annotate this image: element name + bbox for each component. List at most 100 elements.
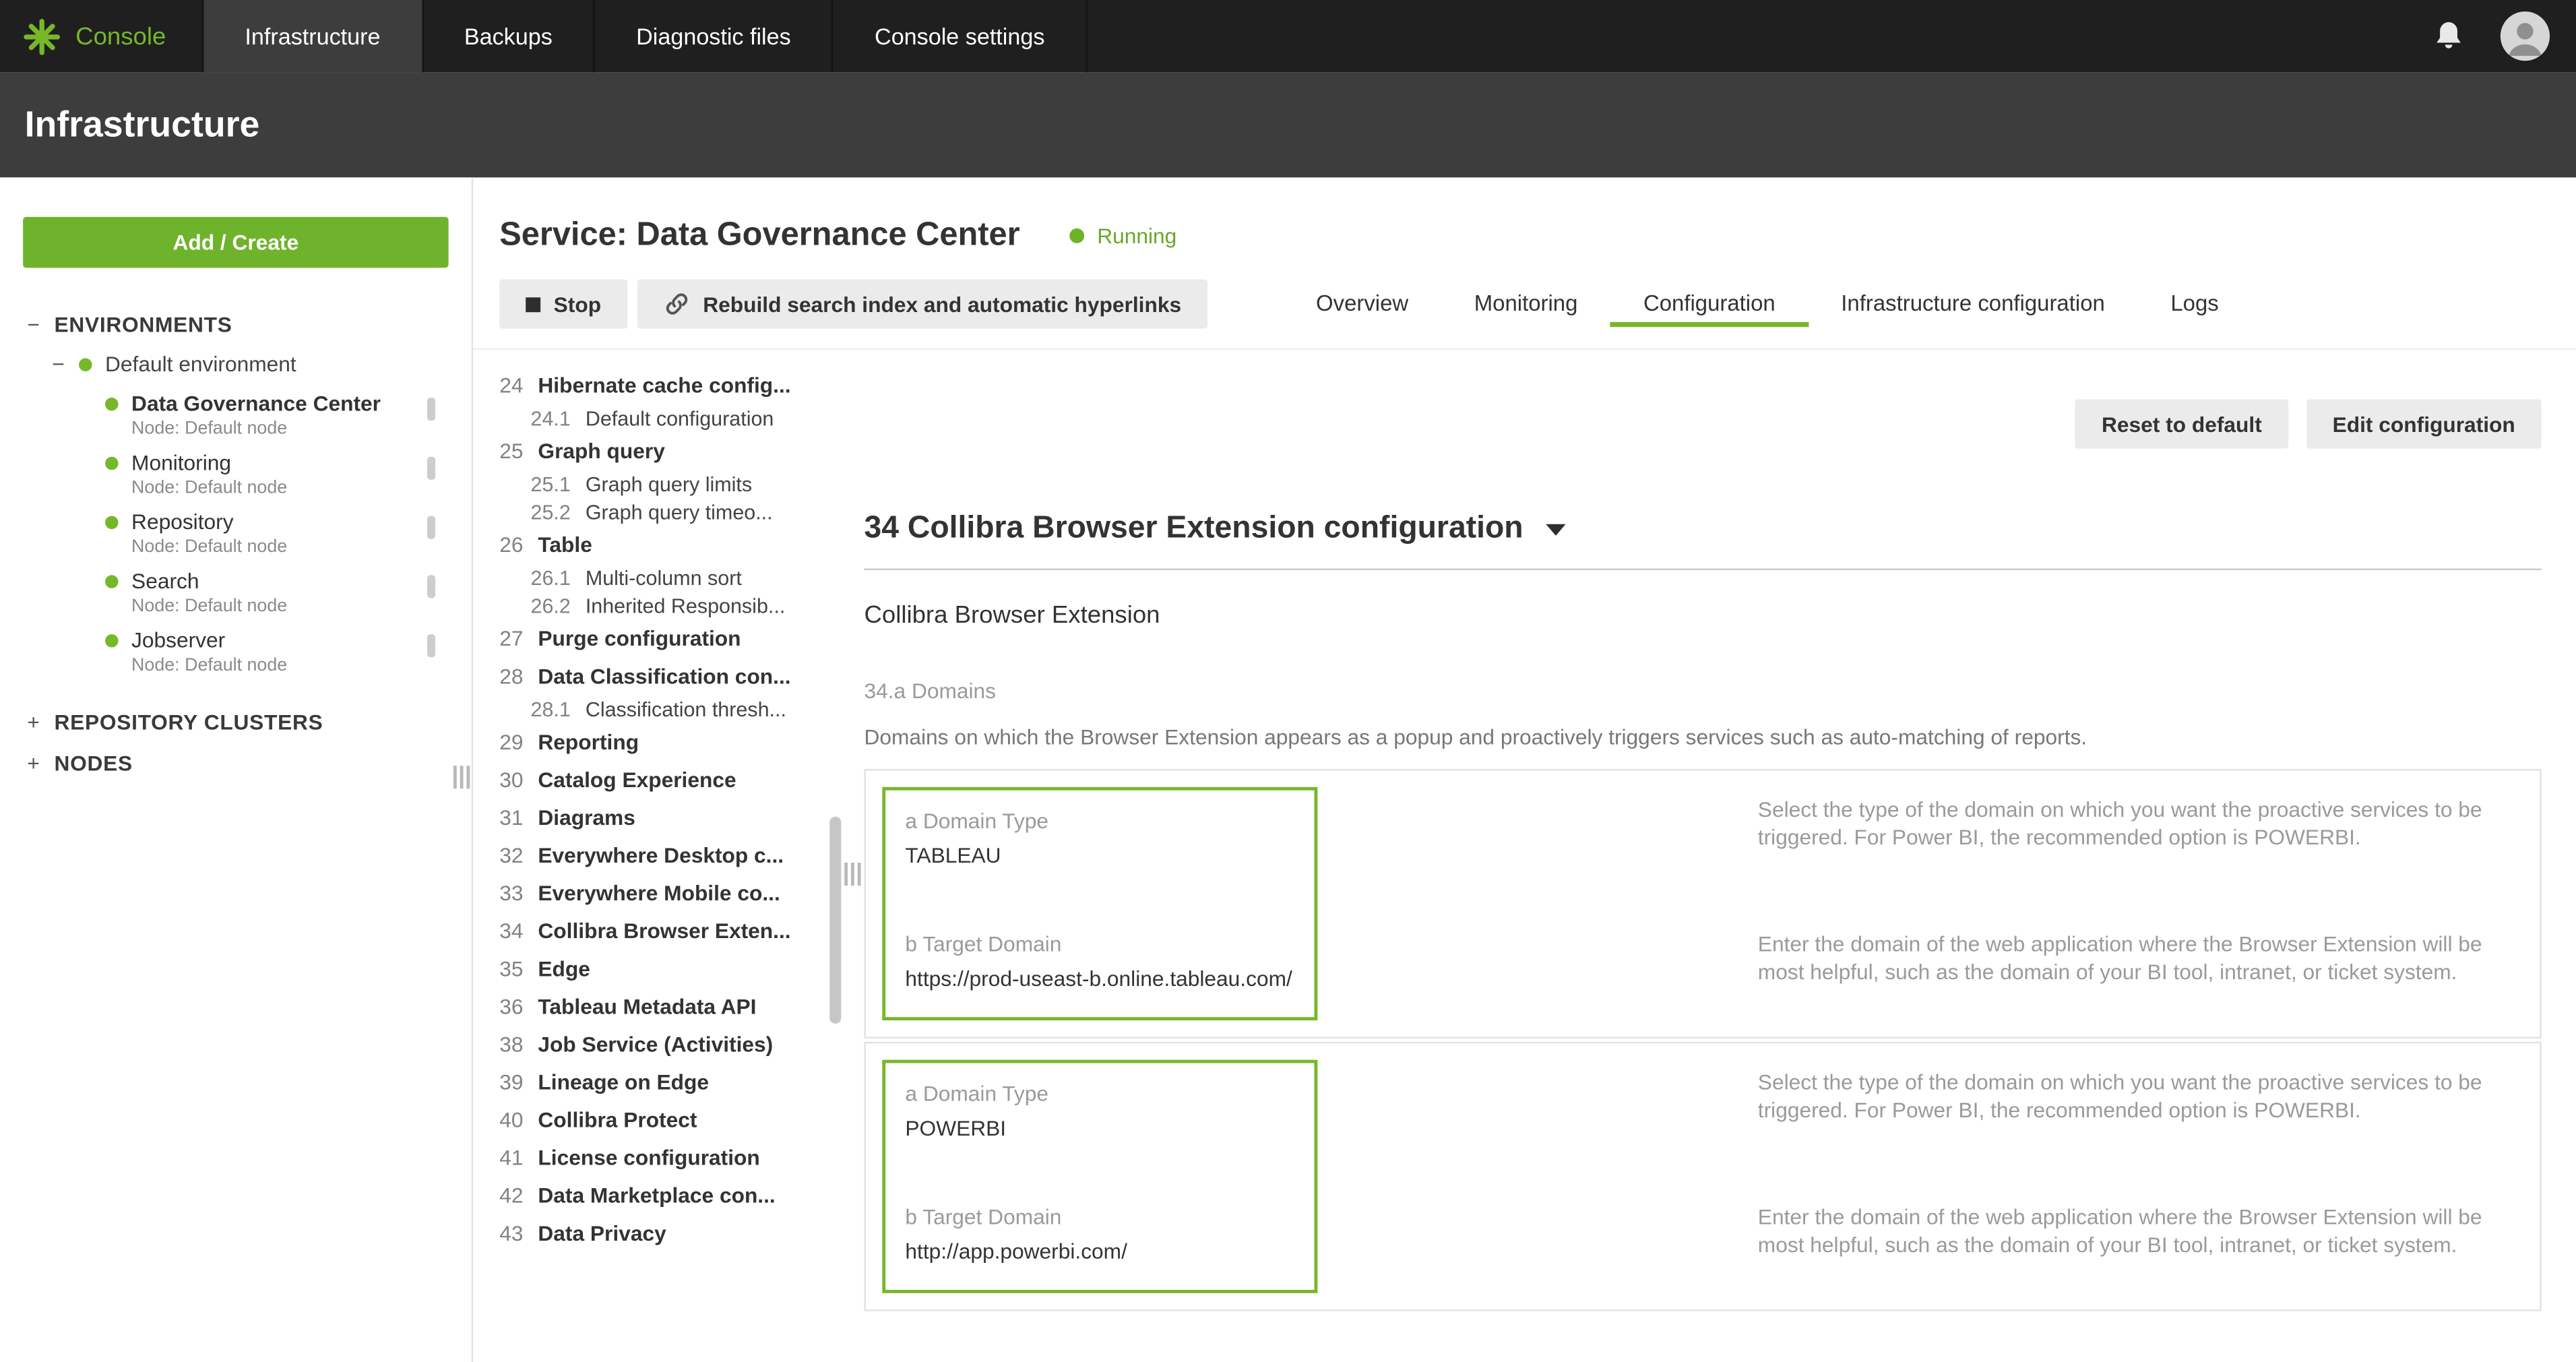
config-section-item[interactable]: 34 Collibra Browser Exten... (499, 912, 828, 950)
sidebar-item-default-environment[interactable]: − Default environment (0, 345, 472, 386)
page-title: Infrastructure (25, 104, 260, 146)
config-section-item[interactable]: 39 Lineage on Edge (499, 1063, 828, 1101)
plus-icon[interactable]: + (26, 751, 41, 776)
service-tab[interactable]: Infrastructure configuration (1809, 281, 2138, 327)
sidebar-section[interactable]: + NODES (0, 743, 472, 784)
brand[interactable]: Console (0, 0, 202, 72)
config-section-number: 29 (499, 730, 523, 755)
sidebar-section[interactable]: + REPOSITORY CLUSTERS (0, 702, 472, 743)
config-section-label: Data Classification con... (538, 664, 790, 689)
panel-actions: Reset to default Edit configuration (864, 399, 2541, 448)
drag-handle[interactable] (427, 457, 435, 480)
config-section-item[interactable]: 26 Table (499, 526, 828, 563)
stop-button[interactable]: Stop (499, 279, 627, 328)
topnav-tab[interactable]: Console settings (832, 0, 1088, 72)
target-domain-value[interactable]: https://prod-useast-b.online.tableau.com… (905, 966, 1294, 991)
config-section-item[interactable]: 40 Collibra Protect (499, 1101, 828, 1139)
config-section-item[interactable]: 26.2 Inherited Responsib... (499, 592, 828, 619)
topnav-tab[interactable]: Diagnostic files (594, 0, 832, 72)
config-section-item[interactable]: 26.1 Multi-column sort (499, 563, 828, 591)
service-tab[interactable]: Configuration (1610, 281, 1808, 327)
config-section-label: Classification thresh... (586, 698, 786, 720)
config-section-item[interactable]: 28.1 Classification thresh... (499, 695, 828, 722)
service-name: Jobserver (131, 627, 287, 652)
sidebar-service-item[interactable]: Jobserver Node: Default node (0, 623, 472, 682)
topnav-tab-label: Diagnostic files (636, 23, 791, 49)
topnav-tab[interactable]: Infrastructure (202, 0, 421, 72)
config-section-number: 33 (499, 881, 523, 906)
config-section-title: 34 Collibra Browser Extension configurat… (864, 511, 1523, 547)
service-tab[interactable]: Overview (1283, 281, 1441, 327)
topnav-tab-label: Infrastructure (245, 23, 380, 49)
config-section-number: 35 (499, 956, 523, 981)
plus-icon[interactable]: + (26, 710, 41, 735)
config-section-number: 24.1 (531, 406, 571, 429)
service-tab[interactable]: Monitoring (1441, 281, 1610, 327)
config-section-item[interactable]: 31 Diagrams (499, 799, 828, 836)
config-section-item[interactable]: 35 Edge (499, 950, 828, 987)
config-section-item[interactable]: 33 Everywhere Mobile co... (499, 874, 828, 912)
config-section-item[interactable]: 25.1 Graph query limits (499, 470, 828, 497)
topnav-tab[interactable]: Backups (421, 0, 593, 72)
add-create-button[interactable]: Add / Create (23, 217, 448, 268)
notifications-bell-icon[interactable] (2433, 20, 2464, 53)
service-tab[interactable]: Logs (2138, 281, 2252, 327)
config-section-item[interactable]: 43 Data Privacy (499, 1214, 828, 1252)
domain-type-value[interactable]: TABLEAU (905, 843, 1294, 868)
chevron-down-icon[interactable] (1546, 524, 1566, 535)
config-section-item[interactable]: 38 Job Service (Activities) (499, 1025, 828, 1063)
config-section-item[interactable]: 29 Reporting (499, 723, 828, 761)
domain-card: a Domain Type POWERBI b Target Domain ht… (864, 1042, 2541, 1311)
minus-icon[interactable]: − (26, 312, 41, 337)
target-domain-value[interactable]: http://app.powerbi.com/ (905, 1239, 1294, 1264)
sidebar: Add / Create − ENVIRONMENTS − Default en… (0, 177, 473, 1362)
sidebar-section-environments[interactable]: − ENVIRONMENTS (0, 304, 472, 345)
drag-handle[interactable] (427, 634, 435, 657)
config-section-item[interactable]: 36 Tableau Metadata API (499, 987, 828, 1025)
service-node: Node: Default node (131, 656, 287, 675)
reset-to-default-button[interactable]: Reset to default (2075, 399, 2288, 448)
config-section-item[interactable]: 42 Data Marketplace con... (499, 1177, 828, 1214)
drag-handle[interactable] (427, 575, 435, 598)
top-navigation-bar: Console Infrastructure Backups Diagnosti… (0, 0, 2576, 72)
scrollbar-thumb[interactable] (829, 817, 841, 1024)
config-section-label: Data Marketplace con... (538, 1183, 775, 1208)
config-section-item[interactable]: 28 Data Classification con... (499, 657, 828, 695)
config-section-item[interactable]: 41 License configuration (499, 1139, 828, 1177)
sidebar-service-item[interactable]: Monitoring Node: Default node (0, 445, 472, 505)
config-section-number: 38 (499, 1032, 523, 1057)
sidebar-section-label: REPOSITORY CLUSTERS (54, 710, 323, 735)
sidebar-service-item[interactable]: Repository Node: Default node (0, 505, 472, 564)
config-section-number: 31 (499, 805, 523, 830)
panel-resize-handle[interactable] (844, 863, 860, 886)
rebuild-search-index-button[interactable]: Rebuild search index and automatic hyper… (637, 279, 1207, 328)
drag-handle[interactable] (427, 516, 435, 539)
config-section-number: 24 (499, 373, 523, 398)
config-section-number: 34 (499, 919, 523, 943)
config-list-scrollbar[interactable] (829, 363, 841, 1326)
domain-fieldset[interactable]: a Domain Type POWERBI b Target Domain ht… (882, 1060, 1317, 1293)
config-section-item[interactable]: 30 Catalog Experience (499, 761, 828, 799)
status-dot (105, 634, 119, 648)
config-section-number: 27 (499, 626, 523, 651)
drag-handle[interactable] (427, 398, 435, 421)
sidebar-service-item[interactable]: Data Governance Center Node: Default nod… (0, 386, 472, 445)
config-section-number: 32 (499, 843, 523, 868)
sidebar-service-item[interactable]: Search Node: Default node (0, 563, 472, 623)
sidebar-resize-handle[interactable] (453, 766, 470, 788)
config-section-item[interactable]: 24 Hibernate cache config... (499, 367, 828, 404)
domain-type-label: a Domain Type (905, 809, 1294, 834)
config-section-label: Tableau Metadata API (538, 994, 756, 1019)
config-section-list: 24 Hibernate cache config... 24.1 Defaul… (473, 350, 828, 1326)
user-avatar[interactable] (2501, 11, 2550, 61)
edit-configuration-button[interactable]: Edit configuration (2306, 399, 2542, 448)
config-section-item[interactable]: 25 Graph query (499, 432, 828, 470)
config-section-item[interactable]: 25.2 Graph query timeo... (499, 498, 828, 526)
domain-type-value[interactable]: POWERBI (905, 1115, 1294, 1140)
config-section-item[interactable]: 24.1 Default configuration (499, 404, 828, 432)
domain-fieldset[interactable]: a Domain Type TABLEAU b Target Domain ht… (882, 787, 1317, 1020)
config-section-item[interactable]: 27 Purge configuration (499, 619, 828, 657)
domain-cards: a Domain Type TABLEAU b Target Domain ht… (864, 769, 2541, 1311)
minus-icon[interactable]: − (51, 352, 66, 377)
config-section-item[interactable]: 32 Everywhere Desktop c... (499, 836, 828, 874)
